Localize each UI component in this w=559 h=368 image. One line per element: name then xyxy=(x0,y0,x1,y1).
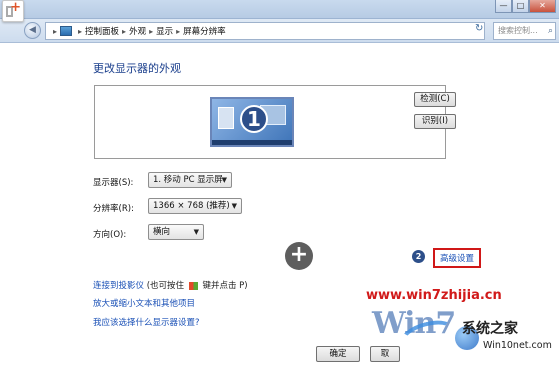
breadcrumb-separator: ▸ xyxy=(122,26,127,36)
detect-button[interactable]: 检测(C) xyxy=(414,92,456,107)
plus-icon: + xyxy=(285,242,313,270)
step-number-badge: 2 xyxy=(412,250,425,263)
resolution-value: 1366 × 768 (推荐) xyxy=(153,201,230,211)
minimize-button[interactable]: — xyxy=(495,0,512,13)
breadcrumb[interactable]: ▸ ▸ 控制面板 ▸ 外观 ▸ 显示 ▸ 屏幕分辨率 xyxy=(45,22,485,40)
search-icon[interactable]: ⌕ xyxy=(548,23,553,39)
projector-hint-post: 键并点击 P) xyxy=(202,281,248,291)
display-label: 显示器(S): xyxy=(93,178,134,188)
identify-button[interactable]: 识别(I) xyxy=(414,114,456,129)
window-controls: — □ ✕ xyxy=(495,0,556,13)
text-size-link[interactable]: 放大或缩小文本和其他项目 xyxy=(93,297,195,309)
monitor-number-badge: 1 xyxy=(240,105,268,133)
resolution-label: 分辨率(R): xyxy=(93,204,134,214)
monitor-window-graphic xyxy=(218,107,234,129)
search-placeholder: 搜索控制... xyxy=(498,26,538,35)
orientation-label: 方向(O): xyxy=(93,230,127,240)
watermark-url: www.win7zhijia.cn xyxy=(366,288,502,303)
resolution-select[interactable]: 1366 × 768 (推荐) ▼ xyxy=(148,198,242,214)
connect-projector-link[interactable]: 连接到投影仪 xyxy=(93,281,144,291)
back-arrow-icon[interactable]: ◀ xyxy=(24,22,41,39)
title-bar: — □ ✕ xyxy=(0,0,559,19)
breadcrumb-item-screen-resolution[interactable]: 屏幕分辨率 xyxy=(183,25,226,37)
maximize-button[interactable]: □ xyxy=(512,0,529,13)
display-select[interactable]: 1. 移动 PC 显示屏 ▼ xyxy=(148,172,232,188)
orientation-value: 横向 xyxy=(153,227,171,237)
help-link[interactable]: 我应该选择什么显示器设置? xyxy=(93,316,200,328)
address-bar: ◀ ▶ ▸ ▸ 控制面板 ▸ 外观 ▸ 显示 ▸ 屏幕分辨率 ↻ 搜索控制...… xyxy=(0,19,559,43)
breadcrumb-item-control-panel[interactable]: 控制面板 xyxy=(85,25,119,37)
chevron-down-icon: ▼ xyxy=(193,228,199,236)
breadcrumb-item-appearance[interactable]: 外观 xyxy=(129,25,146,37)
orientation-select[interactable]: 横向 ▼ xyxy=(148,224,204,240)
projector-row: 连接到投影仪 (也可按住 键并点击 P) xyxy=(93,279,248,291)
app-logo-icon: + xyxy=(2,0,24,22)
refresh-icon[interactable]: ↻ xyxy=(475,23,487,37)
advanced-settings-link[interactable]: 高级设置 xyxy=(440,254,474,264)
page-title: 更改显示器的外观 xyxy=(93,62,181,75)
display-value: 1. 移动 PC 显示屏 xyxy=(153,175,223,185)
breadcrumb-item-display[interactable]: 显示 xyxy=(156,25,173,37)
cancel-button[interactable]: 取 xyxy=(370,346,400,362)
chevron-down-icon: ▼ xyxy=(221,176,227,184)
projector-hint-pre: (也可按住 xyxy=(146,281,185,291)
breadcrumb-separator: ▸ xyxy=(149,26,154,36)
chevron-down-icon: ▼ xyxy=(231,202,237,210)
advanced-settings-highlight: 高级设置 xyxy=(433,248,482,268)
breadcrumb-separator: ▸ xyxy=(78,26,83,36)
windows-logo-icon xyxy=(188,281,198,290)
search-input[interactable]: 搜索控制... ⌕ xyxy=(493,22,556,40)
breadcrumb-separator: ▸ xyxy=(176,26,181,36)
monitor-icon[interactable]: 1 xyxy=(210,97,294,147)
watermark-site: Win10net.com xyxy=(483,340,552,351)
close-button[interactable]: ✕ xyxy=(529,0,556,13)
breadcrumb-lead: ▸ xyxy=(53,26,58,36)
control-panel-icon xyxy=(60,26,73,36)
monitor-taskbar-graphic xyxy=(212,140,292,145)
display-preview: 1 检测(C) 识别(I) xyxy=(94,85,456,159)
ok-button[interactable]: 确定 xyxy=(316,346,360,362)
watermark-brand: 系统之家 xyxy=(462,321,518,337)
